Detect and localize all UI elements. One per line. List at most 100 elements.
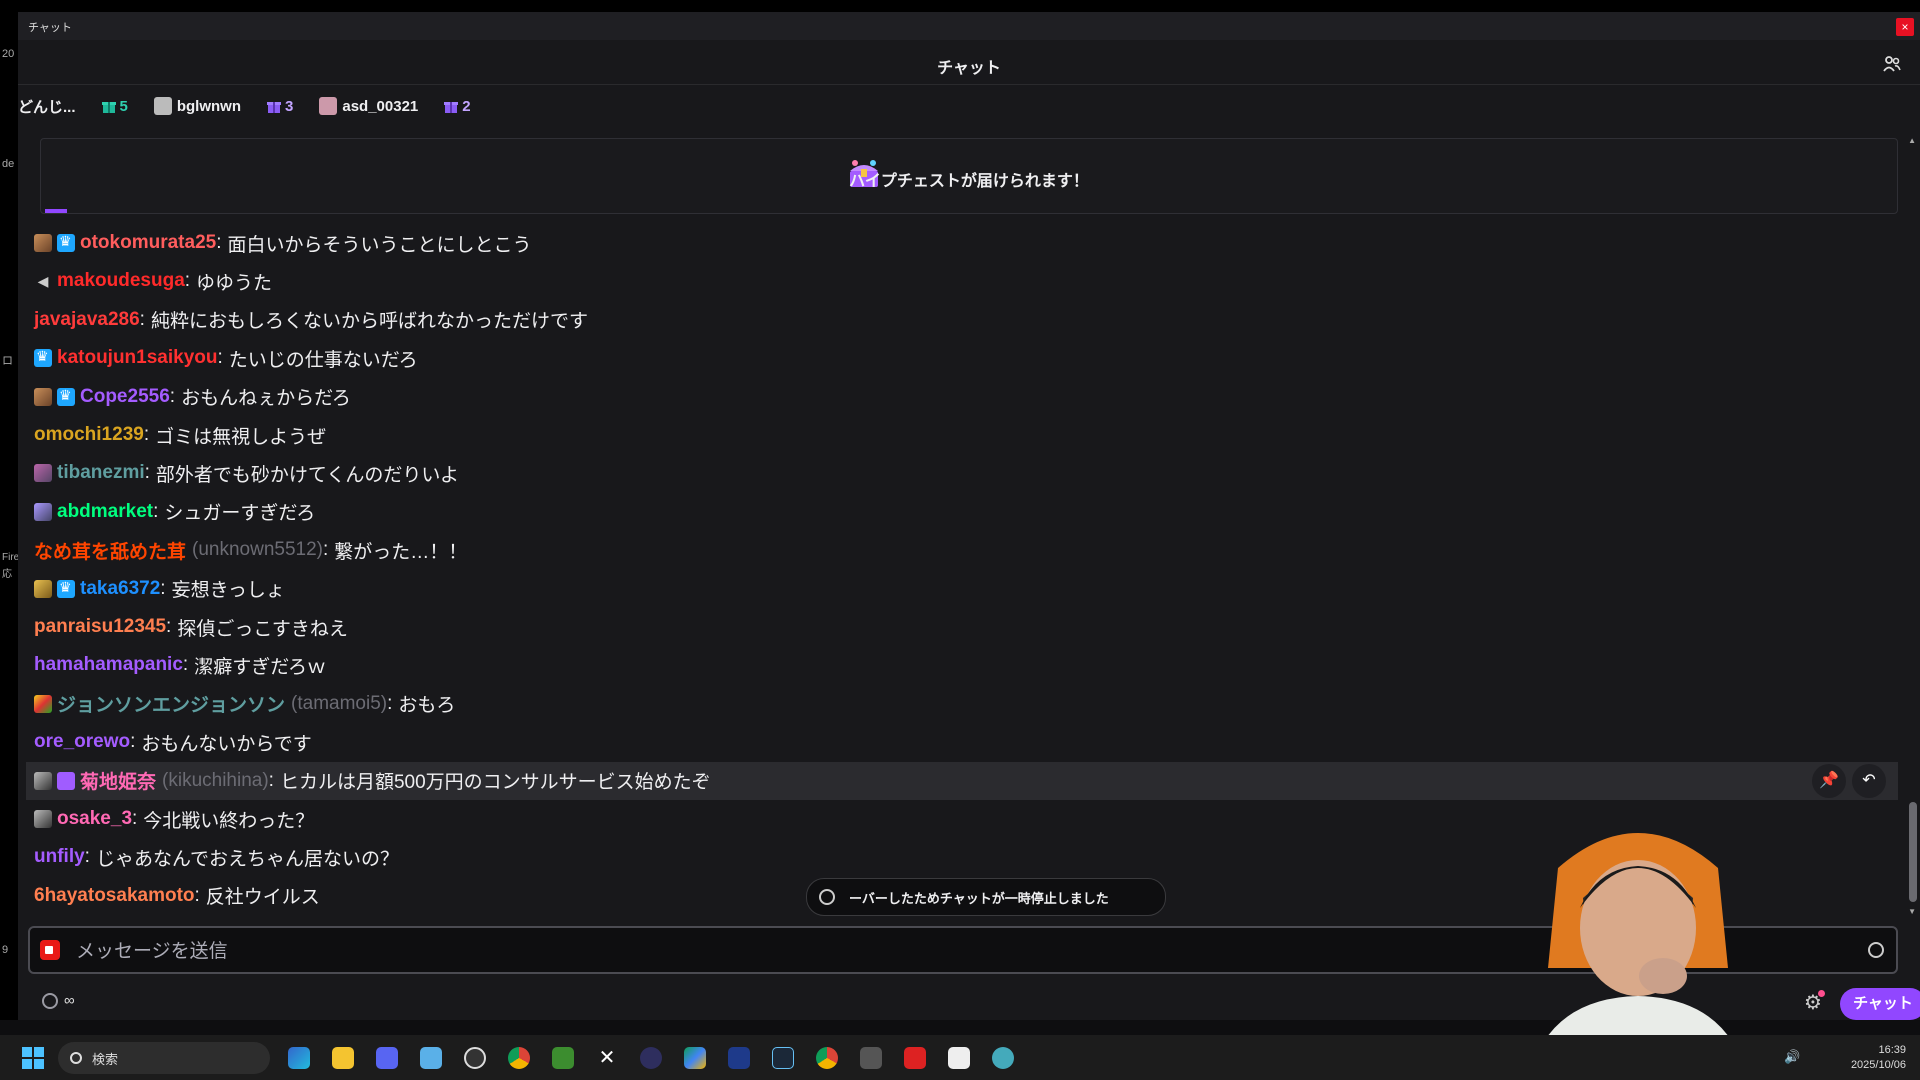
chat-username[interactable]: osake_3 (57, 808, 132, 830)
chat-message[interactable]: otokomurata25:面白いからそういうことにしとこう (34, 224, 1898, 262)
gift-leader-name: asd_00321 (342, 97, 419, 115)
minecraft-icon[interactable] (552, 1047, 574, 1069)
message-separator: : (144, 462, 150, 484)
mute-badge-icon[interactable]: ◀ (34, 272, 52, 290)
user-badge-icon[interactable] (34, 694, 52, 713)
app-icon[interactable] (860, 1047, 882, 1069)
chat-message-text: じゃあなんでおえちゃん居ないの？ (95, 848, 400, 870)
gift-leader-item[interactable]: bglwnwn (153, 97, 242, 115)
app-icon[interactable] (640, 1047, 662, 1069)
app-icon[interactable] (904, 1047, 926, 1069)
chat-username[interactable]: ore_orewo (34, 731, 130, 753)
vip-crown-badge-icon[interactable] (34, 348, 52, 368)
chat-username[interactable]: 菊地姫奈 (80, 767, 156, 794)
drive-icon[interactable] (684, 1047, 706, 1069)
chat-message[interactable]: hamahamapanic: 潔癖すぎだろｗ (34, 646, 1898, 684)
edge-text: de (2, 158, 15, 170)
message-separator: : (139, 308, 145, 330)
chat-message[interactable]: ◀ makoudesuga: ゆゆうた (34, 262, 1898, 300)
chat-message-text: 部外者でも砂かけてくんのだりいよ (155, 464, 459, 486)
chat-username[interactable]: javajava286 (34, 309, 140, 331)
chat-message[interactable]: tibanezmi: 部外者でも砂かけてくんのだりいよ (34, 454, 1898, 492)
chat-username[interactable]: abdmarket (57, 501, 153, 523)
chat-username[interactable]: 6hayatosakamoto (34, 885, 195, 907)
chat-message[interactable]: abdmarket: シュガーすぎだろ (34, 493, 1898, 531)
taskbar-clock[interactable]: 16:39 2025/10/06 (1851, 1043, 1906, 1073)
chat-message[interactable]: なめ茸を舐めた茸 (unknown5512): 繋がった…！！ (34, 531, 1898, 569)
emote-picker-icon[interactable] (1868, 942, 1884, 958)
chat-paused-notice[interactable]: ーバーしたためチャットが一時停止しました (806, 878, 1166, 916)
notepad-icon[interactable] (420, 1047, 442, 1069)
user-badge-icon[interactable] (34, 502, 52, 521)
chat-username[interactable]: panraisu12345 (34, 616, 166, 638)
chat-scrollbar[interactable]: ▲ ▼ (1906, 136, 1920, 916)
scroll-up-arrow-icon[interactable]: ▲ (1908, 136, 1916, 145)
gift-leader-item[interactable]: 3 (267, 98, 293, 115)
hype-chest-banner[interactable]: ハイプチェストが届けられます！ (40, 138, 1898, 214)
chat-message[interactable]: ore_orewo: おもんないからです (34, 723, 1898, 761)
steam-icon[interactable] (772, 1047, 794, 1069)
live-camera-icon[interactable] (40, 940, 60, 960)
user-badge-icon[interactable] (34, 387, 52, 406)
chat-username[interactable]: katoujun1saikyou (57, 347, 218, 369)
chat-username[interactable]: unfily (34, 846, 85, 868)
scroll-down-arrow-icon[interactable]: ▼ (1908, 907, 1916, 916)
chat-username[interactable]: hamahamapanic (34, 654, 183, 676)
chat-message[interactable]: panraisu12345: 探偵ごっこすきねえ (34, 608, 1898, 646)
user-badge-icon[interactable] (57, 771, 75, 790)
gift-leader-item[interactable]: どんじ... (18, 96, 76, 117)
obs-icon[interactable] (464, 1047, 486, 1069)
vip-crown-badge-icon[interactable] (57, 387, 75, 406)
monitor-app-icon[interactable] (728, 1047, 750, 1069)
chat-username[interactable]: tibanezmi (57, 462, 145, 484)
chat-username[interactable]: otokomurata25 (80, 232, 216, 254)
chat-username[interactable]: omochi1239 (34, 424, 144, 446)
gift-leader-item[interactable]: 2 (444, 98, 471, 115)
chat-username[interactable]: ジョンソンエンジョンソン (57, 690, 285, 717)
user-badge-icon[interactable] (34, 771, 52, 790)
user-badge-icon[interactable] (34, 464, 52, 483)
chat-username[interactable]: taka6372 (80, 578, 160, 600)
message-separator: : (184, 270, 191, 292)
user-badge-icon[interactable] (34, 579, 52, 598)
pin-icon[interactable]: 📌 (1812, 763, 1846, 798)
chat-message[interactable]: taka6372:妄想きっしょ (34, 570, 1898, 608)
vip-crown-badge-icon[interactable] (57, 579, 75, 598)
community-users-icon[interactable] (1882, 54, 1902, 74)
gift-leader-item[interactable]: 5 (101, 98, 128, 115)
chrome-profile-icon[interactable] (816, 1047, 838, 1069)
windows-start-icon[interactable] (22, 1047, 44, 1069)
chat-message[interactable]: omochi1239: ゴミは無視しようぜ (34, 416, 1898, 454)
chat-username[interactable]: Cope2556 (80, 386, 170, 408)
volume-icon[interactable]: 🔊 (1784, 1049, 1800, 1065)
chat-message[interactable]: 菊地姫奈 (kikuchihina): ヒカルは月額500万円のコンサルサービス始め… (26, 761, 1898, 800)
vip-crown-badge-icon[interactable] (57, 233, 75, 252)
gift-leader-name: bglwnwn (176, 97, 242, 115)
user-badge-icon[interactable] (34, 234, 52, 252)
timer-value: ∞ (64, 992, 75, 1009)
scroll-thumb[interactable] (1909, 802, 1917, 902)
reply-icon[interactable]: ↶ (1852, 763, 1886, 798)
chrome-icon[interactable] (508, 1047, 530, 1069)
chat-message[interactable]: katoujun1saikyou:たいじの仕事ないだろ (34, 339, 1898, 377)
chat-message[interactable]: Cope2556:おもんねぇからだろ (34, 378, 1898, 416)
app-icon[interactable] (992, 1047, 1014, 1069)
edge-browser-icon[interactable] (288, 1047, 310, 1069)
close-button[interactable]: × (1896, 18, 1914, 36)
chat-username[interactable]: makoudesuga (57, 270, 185, 292)
discord-icon[interactable] (376, 1047, 398, 1069)
message-separator: : (194, 884, 200, 906)
chat-message[interactable]: javajava286: 純粋におもしろくないから呼ばれなかっただけです (34, 301, 1898, 339)
chat-message-text: 純粋におもしろくないから呼ばれなかっただけです (150, 311, 588, 333)
chat-message-text: 今北戦い終わった？ (143, 810, 315, 832)
x-app-icon[interactable]: ✕ (596, 1047, 618, 1069)
app-icon[interactable] (948, 1047, 970, 1069)
window-titlebar[interactable]: チャット × (18, 12, 1920, 40)
chat-username[interactable]: なめ茸を舐めた茸 (34, 537, 186, 564)
file-explorer-icon[interactable] (332, 1047, 354, 1069)
taskbar-search[interactable]: 検索 (58, 1042, 270, 1074)
user-badge-icon[interactable] (34, 810, 52, 828)
gift-leader-item[interactable]: asd_00321 (319, 97, 418, 115)
chat-message[interactable]: ジョンソンエンジョンソン (tamamoi5): おもろ (34, 685, 1898, 723)
send-chat-button[interactable]: チャット (1840, 988, 1920, 1020)
